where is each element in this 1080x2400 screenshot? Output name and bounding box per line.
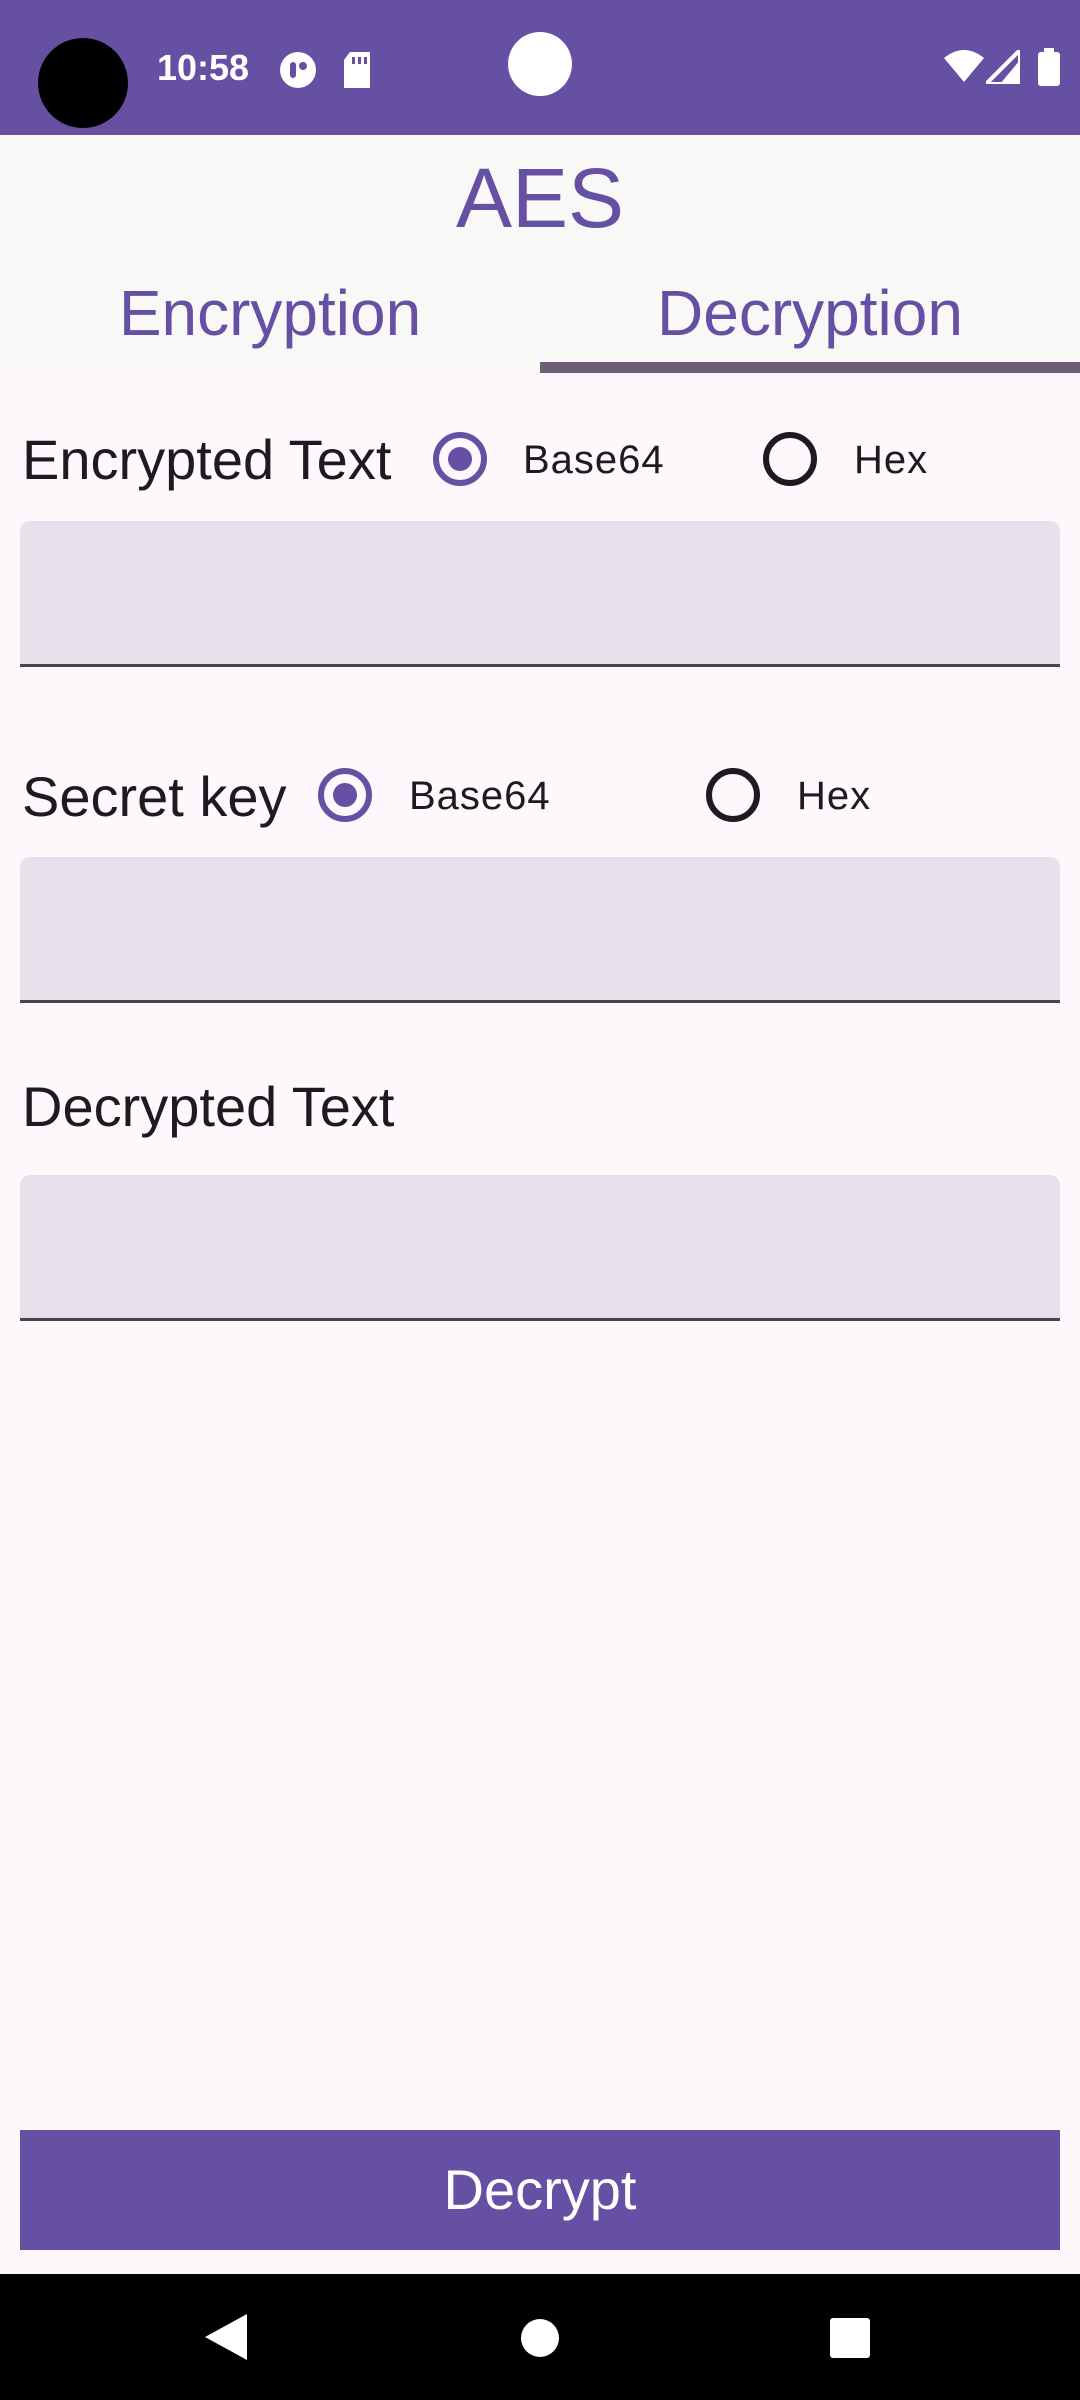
- encrypted-text-base64-label[interactable]: Base64: [523, 435, 665, 485]
- camera-cutout: [38, 38, 128, 128]
- recents-icon[interactable]: [830, 2318, 870, 2358]
- secret-key-input[interactable]: [20, 857, 1060, 1003]
- front-sensor: [508, 32, 572, 96]
- home-icon[interactable]: [520, 2318, 560, 2358]
- page-title: AES: [455, 151, 625, 245]
- tab-selected-indicator: [540, 362, 1080, 373]
- battery-icon: [1038, 48, 1060, 86]
- tab-decryption[interactable]: Decryption: [540, 268, 1080, 358]
- decrypted-text-label: Decrypted Text: [22, 1075, 395, 1138]
- status-time: 10:58: [157, 47, 250, 88]
- notification-app-icon: [280, 52, 316, 88]
- status-bar: 10:58: [0, 0, 1080, 135]
- secret-key-hex-radio[interactable]: [706, 768, 760, 822]
- navigation-bar: [0, 2274, 1080, 2400]
- wifi-icon: [944, 50, 984, 82]
- encrypted-text-input[interactable]: [20, 521, 1060, 667]
- encrypted-text-label: Encrypted Text: [22, 428, 392, 491]
- decrypted-text-output[interactable]: [20, 1175, 1060, 1321]
- cellular-signal-icon: [986, 50, 1020, 84]
- tab-encryption[interactable]: Encryption: [0, 268, 540, 358]
- encrypted-text-hex-radio[interactable]: [763, 432, 817, 486]
- secret-key-hex-label[interactable]: Hex: [797, 771, 871, 821]
- secret-key-base64-radio[interactable]: [318, 768, 372, 822]
- secret-key-label: Secret key: [22, 765, 287, 828]
- encrypted-text-base64-radio[interactable]: [433, 432, 487, 486]
- decrypt-button[interactable]: Decrypt: [20, 2130, 1060, 2250]
- secret-key-base64-label[interactable]: Base64: [409, 771, 551, 821]
- encrypted-text-hex-label[interactable]: Hex: [854, 435, 928, 485]
- back-icon[interactable]: [205, 2314, 247, 2360]
- sd-card-icon: [344, 52, 370, 88]
